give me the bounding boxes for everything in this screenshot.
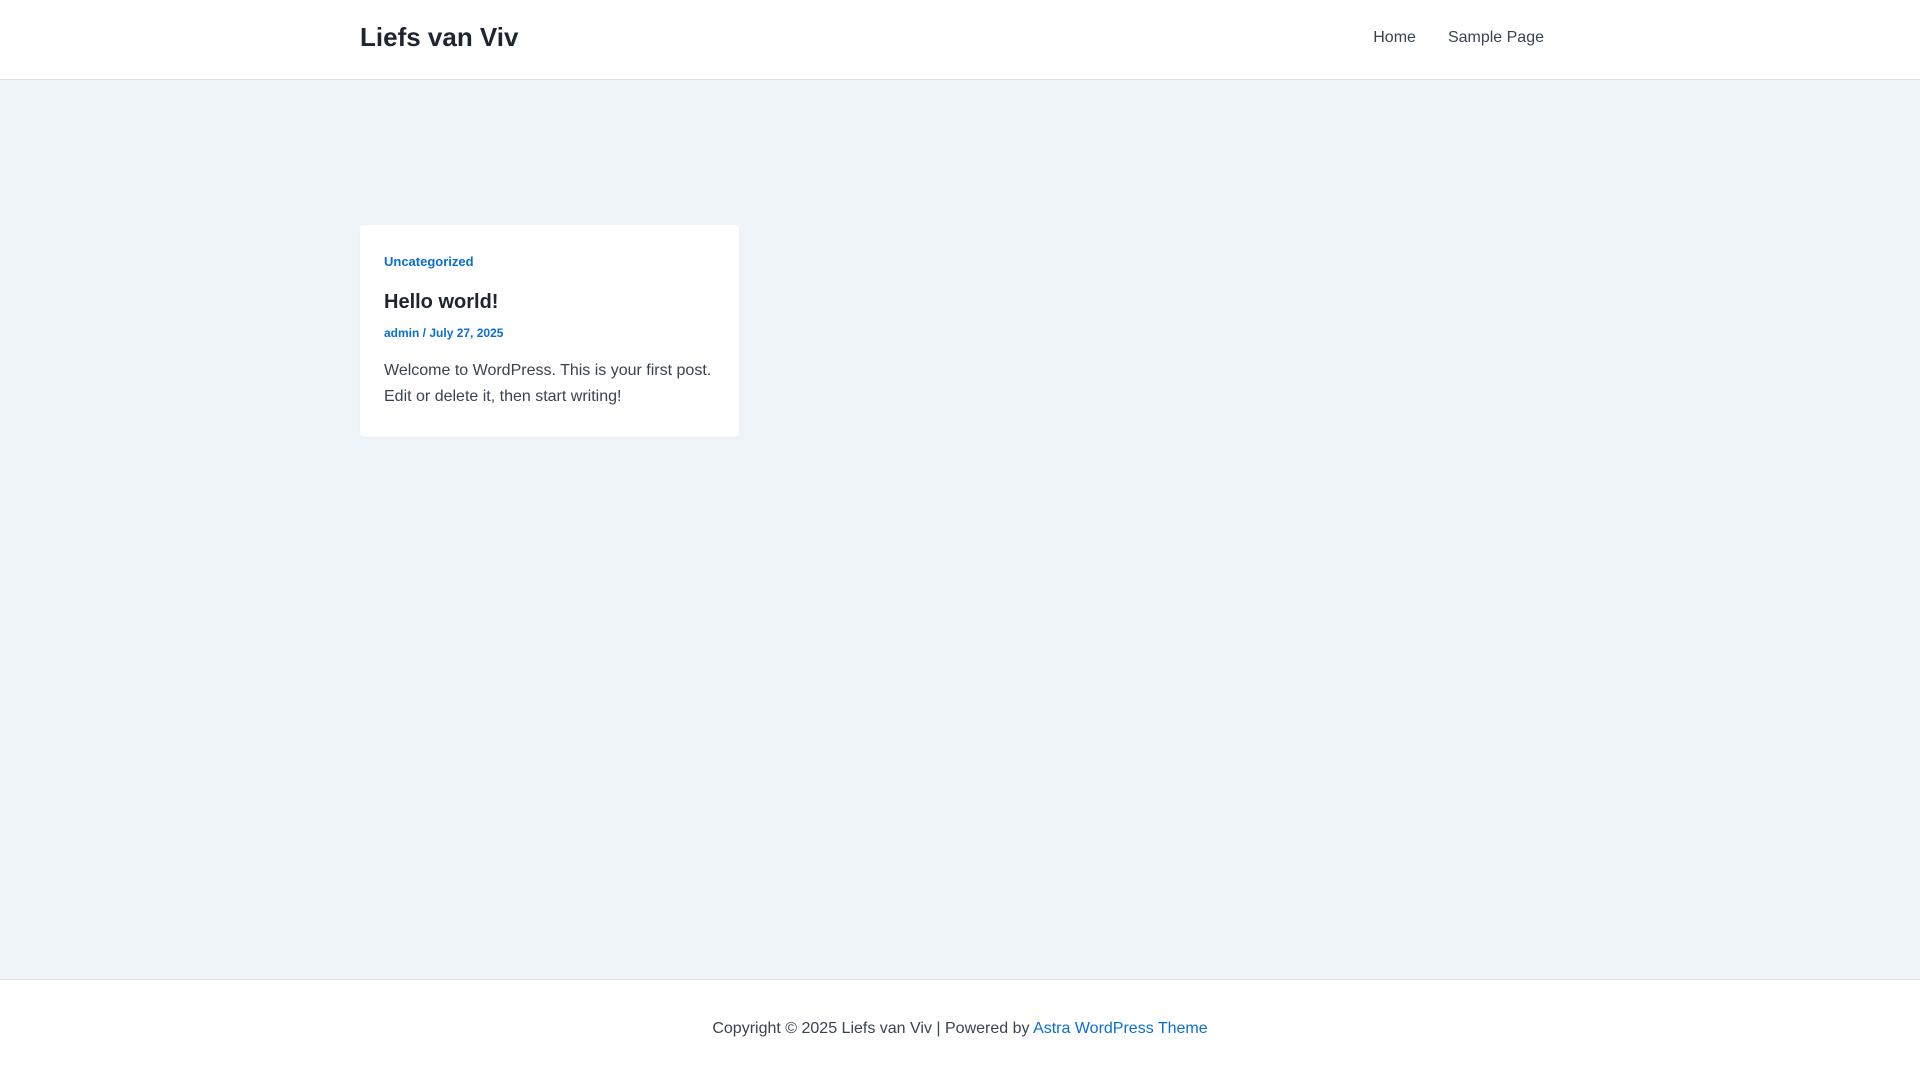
post-title-link[interactable]: Hello world! bbox=[384, 290, 724, 314]
site-title-link[interactable]: Liefs van Viv bbox=[360, 22, 519, 53]
post-meta-separator: / bbox=[419, 326, 430, 340]
post-card-body: Uncategorized Hello world! admin / July … bbox=[384, 253, 724, 410]
post-category-link[interactable]: Uncategorized bbox=[384, 254, 474, 270]
primary-navigation: Home Sample Page bbox=[1373, 29, 1544, 47]
site-header: Liefs van Viv Home Sample Page bbox=[0, 0, 1920, 80]
footer-copyright: Copyright © 2025 Liefs van Viv | Powered… bbox=[0, 1020, 1920, 1038]
post-author-link[interactable]: admin bbox=[384, 326, 419, 340]
post-card: Uncategorized Hello world! admin / July … bbox=[360, 225, 739, 437]
main-content: Uncategorized Hello world! admin / July … bbox=[0, 80, 1920, 979]
post-excerpt: Welcome to WordPress. This is your first… bbox=[384, 362, 712, 405]
post-meta: admin / July 27, 2025 bbox=[384, 325, 724, 341]
nav-item-sample-page[interactable]: Sample Page bbox=[1448, 29, 1544, 47]
site-footer: Copyright © 2025 Liefs van Viv | Powered… bbox=[0, 979, 1920, 1081]
footer-copyright-text: Copyright © 2025 Liefs van Viv | Powered… bbox=[712, 1020, 1034, 1037]
nav-item-home[interactable]: Home bbox=[1373, 29, 1416, 47]
post-date-link[interactable]: July 27, 2025 bbox=[429, 326, 503, 340]
footer-theme-link[interactable]: Astra WordPress Theme bbox=[1033, 1020, 1208, 1037]
